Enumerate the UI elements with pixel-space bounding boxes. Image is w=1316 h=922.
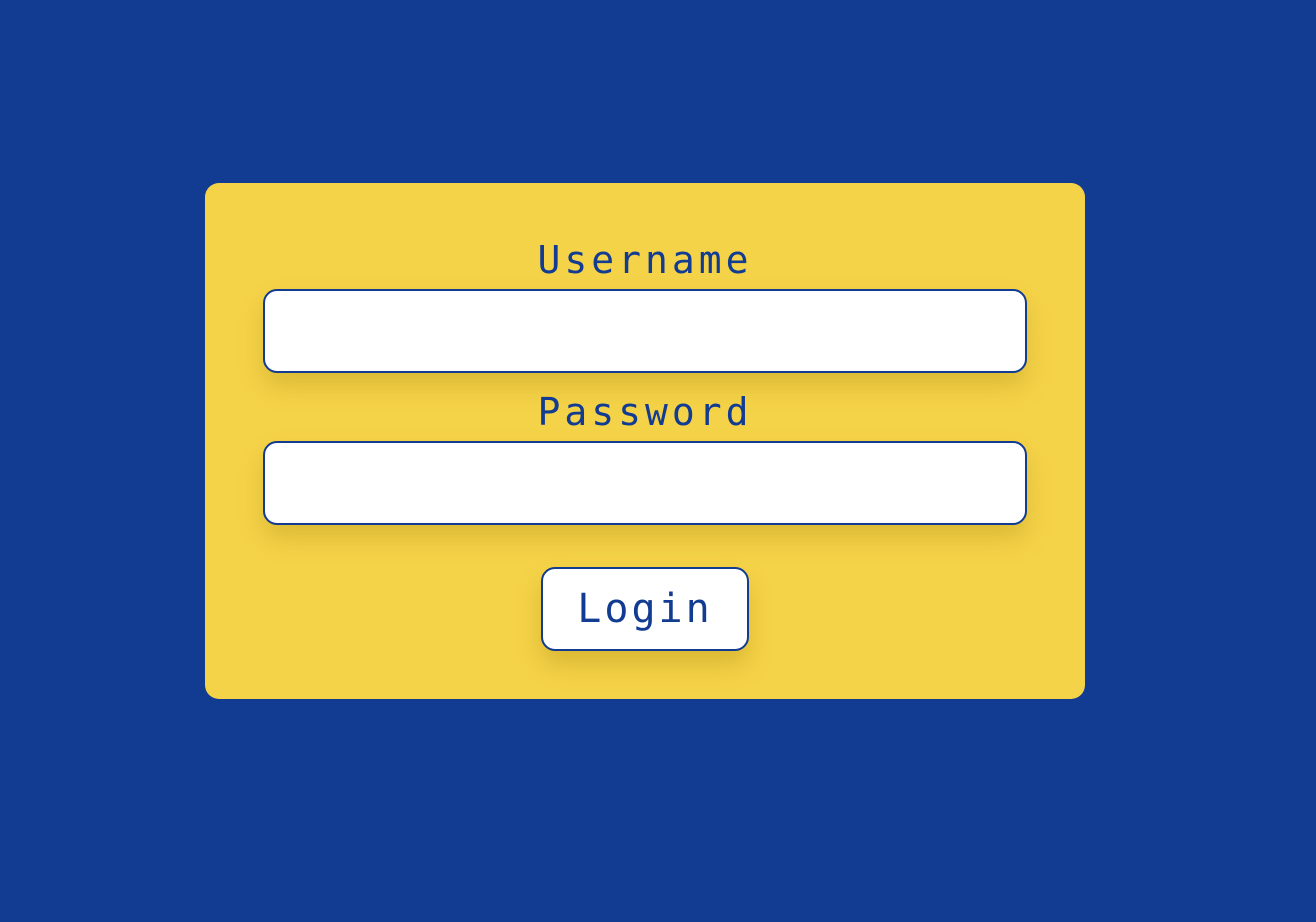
login-button[interactable]: Login xyxy=(541,567,749,651)
username-label: Username xyxy=(537,238,753,282)
login-card: Username Password Login xyxy=(205,183,1085,699)
username-input[interactable] xyxy=(263,289,1027,373)
password-input[interactable] xyxy=(263,441,1027,525)
password-label: Password xyxy=(537,390,753,434)
